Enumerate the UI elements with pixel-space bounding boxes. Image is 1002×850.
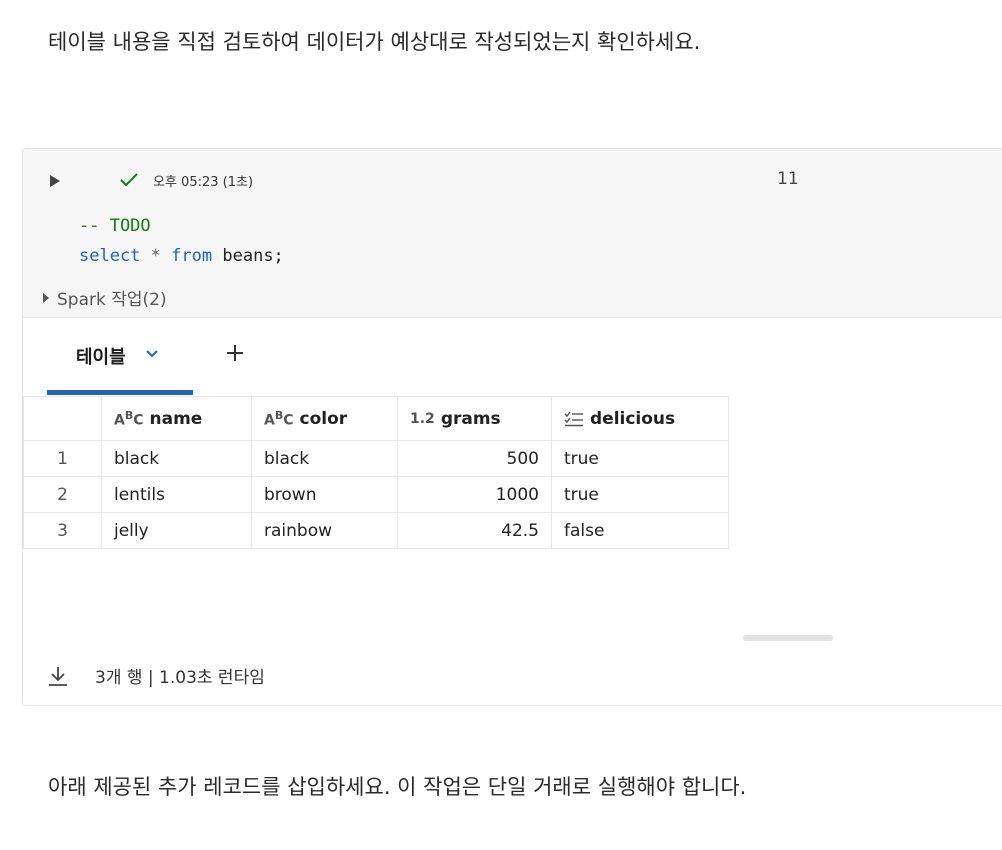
spark-jobs-toggle[interactable]: Spark 작업(2) [43,285,167,310]
column-header-delicious[interactable]: delicious [551,396,729,441]
decimal-type-icon: 1.2 [410,410,435,427]
column-header-grams[interactable]: 1.2 grams [397,396,552,441]
plus-icon[interactable] [225,343,245,363]
string-type-icon: ABC [114,408,144,429]
horizontal-scrollbar[interactable] [743,635,833,641]
code-table-name: beans; [222,246,284,266]
caret-right-icon [43,293,49,303]
code-editor[interactable]: -- TODO select * from beans; [79,211,284,271]
run-status: 오후 05:23 (1초) [153,175,254,190]
cell-name[interactable]: black [101,440,252,477]
tab-table[interactable]: 테이블 [47,319,193,395]
column-name-label: name [149,408,203,429]
cell-header: 오후 05:23 (1초) 11 -- TODO select * from b… [23,149,1002,318]
code-keyword-select: select [79,246,141,266]
cell-delicious[interactable]: true [551,440,729,477]
column-header-color[interactable]: ABC color [251,396,398,441]
table-row: 1 black black 500 true [23,440,729,477]
column-name-label: grams [440,408,501,429]
table-row: 3 jelly rainbow 42.5 false [23,512,729,549]
run-icon[interactable] [47,173,63,189]
column-name-label: color [299,408,348,429]
string-type-icon: ABC [264,408,294,429]
code-star: * [150,246,161,266]
cell-name[interactable]: lentils [101,476,252,513]
cell-delicious[interactable]: true [551,476,729,513]
cell-grams[interactable]: 42.5 [397,512,552,549]
cell-color[interactable]: brown [251,476,398,513]
notebook-cell: 오후 05:23 (1초) 11 -- TODO select * from b… [22,148,1002,706]
table-header-row: ABC name ABC color 1.2 grams delicious [23,396,729,441]
result-tabs: 테이블 [47,319,447,395]
column-header-name[interactable]: ABC name [101,396,252,441]
row-count-runtime: 3개 행 | 1.03초 런타임 [95,668,265,688]
cell-number: 11 [777,169,799,189]
cell-name[interactable]: jelly [101,512,252,549]
result-table: ABC name ABC color 1.2 grams delicious 1… [23,396,729,549]
spark-jobs-label: Spark 작업(2) [57,290,167,310]
row-number: 3 [23,512,102,549]
download-icon[interactable] [47,665,69,687]
table-row: 2 lentils brown 1000 true [23,476,729,513]
cell-grams[interactable]: 500 [397,440,552,477]
row-number: 2 [23,476,102,513]
cell-delicious[interactable]: false [551,512,729,549]
cell-color[interactable]: black [251,440,398,477]
instruction-paragraph-bottom: 아래 제공된 추가 레코드를 삽입하세요. 이 작업은 단일 거래로 실행해야 … [48,775,747,799]
chevron-down-icon[interactable] [145,349,159,359]
row-number: 1 [23,440,102,477]
checkmark-icon [120,173,138,187]
code-comment: -- TODO [79,216,151,236]
cell-color[interactable]: rainbow [251,512,398,549]
code-keyword-from: from [171,246,213,266]
row-number-header [23,396,102,441]
boolean-type-icon [564,411,583,426]
instruction-paragraph-top: 테이블 내용을 직접 검토하여 데이터가 예상대로 작성되었는지 확인하세요. [48,30,701,54]
tab-table-label: 테이블 [76,347,126,368]
cell-grams[interactable]: 1000 [397,476,552,513]
column-name-label: delicious [590,408,676,429]
